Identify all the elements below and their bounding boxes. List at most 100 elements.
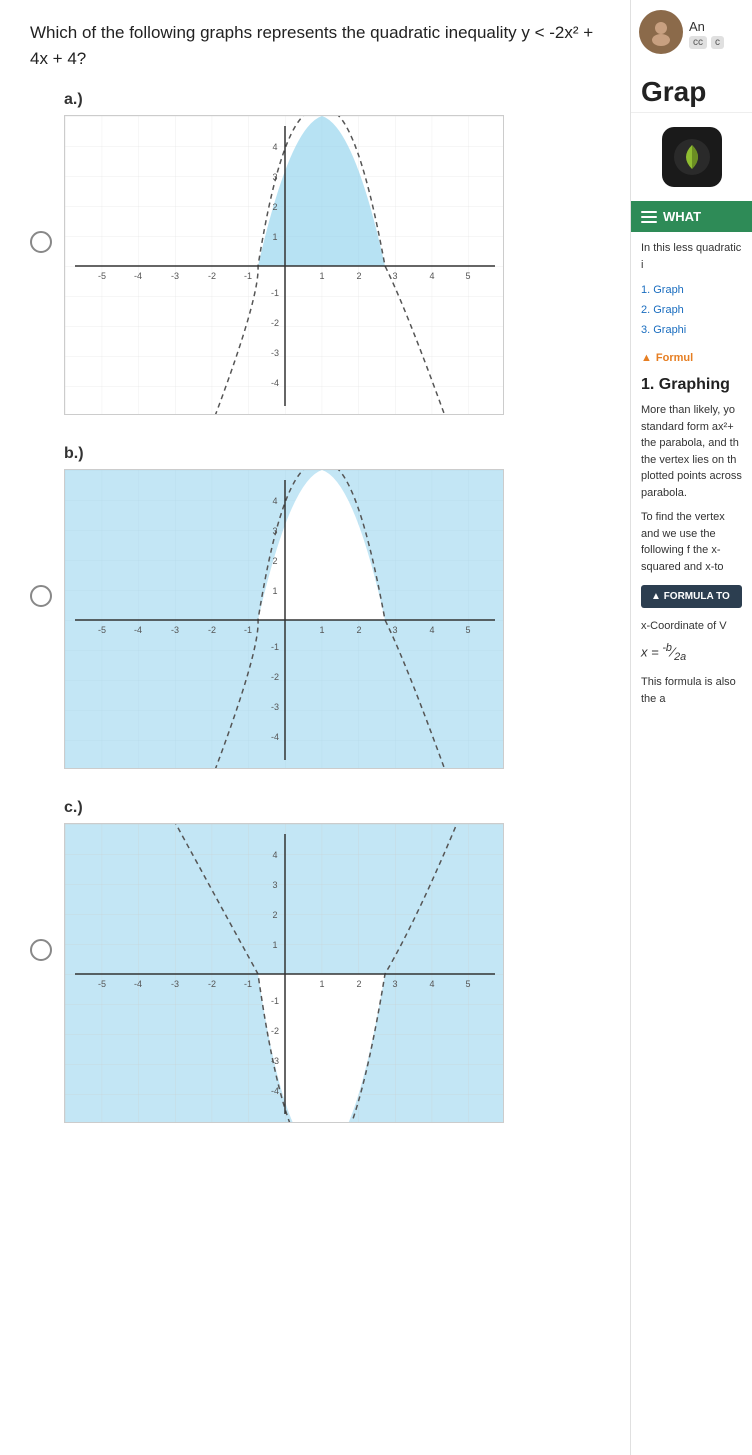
svg-text:-4: -4 [271, 732, 279, 742]
svg-text:1: 1 [272, 940, 277, 950]
body-text-2: To find the vertex and we use the follow… [631, 505, 752, 579]
option-label-c: c.) [64, 799, 610, 817]
graph-c: -1 -2 -3 -4 -5 1 2 3 4 5 1 2 3 4 -1 -2 - [64, 823, 504, 1123]
option-row-c: c.) [30, 799, 610, 1123]
svg-text:1: 1 [319, 625, 324, 635]
svg-text:-4: -4 [134, 271, 142, 281]
svg-text:4: 4 [272, 850, 277, 860]
svg-text:1: 1 [319, 271, 324, 281]
svg-text:-3: -3 [271, 1056, 279, 1066]
svg-text:-4: -4 [134, 625, 142, 635]
svg-text:-1: -1 [244, 979, 252, 989]
section-header: WHAT [631, 201, 752, 232]
svg-text:3: 3 [272, 526, 277, 536]
formula-row: ▲ Formul [631, 348, 752, 368]
svg-text:-2: -2 [271, 318, 279, 328]
question-text: Which of the following graphs represents… [30, 20, 610, 71]
svg-text:-5: -5 [98, 979, 106, 989]
svg-text:-1: -1 [271, 288, 279, 298]
svg-text:4: 4 [429, 271, 434, 281]
graph-a: -1 -2 -3 -4 -5 1 2 3 4 5 1 2 3 4 -1 -2 [64, 115, 504, 415]
svg-text:3: 3 [392, 979, 397, 989]
formula-box-label: FORMULA TO [664, 591, 730, 602]
svg-text:-2: -2 [271, 1026, 279, 1036]
svg-text:2: 2 [356, 625, 361, 635]
option-row-a: a.) [30, 91, 610, 415]
formula-content: x-Coordinate of V x = -b⁄2a [631, 614, 752, 670]
svg-text:-3: -3 [171, 625, 179, 635]
heading-graphing: 1. Graphing [631, 368, 752, 398]
formula-caption: x-Coordinate of V [641, 618, 742, 636]
svg-text:1: 1 [272, 586, 277, 596]
badge-c: c [711, 36, 724, 49]
sidebar-list: 1. Graph 2. Graph 3. Graphi [631, 281, 752, 348]
list-item-3[interactable]: 3. Graphi [641, 321, 742, 341]
graph-b: -1 -2 -3 -4 -5 1 2 3 4 5 1 2 3 4 -1 -2 - [64, 469, 504, 769]
footer-text: This formula is also the a [631, 670, 752, 711]
svg-text:-3: -3 [171, 979, 179, 989]
svg-text:-3: -3 [271, 702, 279, 712]
svg-text:-1: -1 [271, 996, 279, 1006]
formula-math: x = -b⁄2a [641, 640, 742, 666]
svg-text:-2: -2 [271, 672, 279, 682]
intro-text: In this less quadratic i [631, 232, 752, 281]
user-name: An [689, 19, 724, 34]
svg-text:-2: -2 [208, 979, 216, 989]
app-title: Grap [631, 68, 752, 113]
svg-text:2: 2 [356, 271, 361, 281]
svg-text:2: 2 [272, 202, 277, 212]
svg-text:5: 5 [465, 625, 470, 635]
app-icon[interactable] [662, 127, 722, 187]
radio-a[interactable] [30, 231, 52, 253]
svg-text:1: 1 [272, 232, 277, 242]
option-row-b: b.) [30, 445, 610, 769]
radio-b[interactable] [30, 585, 52, 607]
svg-text:3: 3 [272, 880, 277, 890]
svg-text:-4: -4 [134, 979, 142, 989]
avatar [639, 10, 683, 54]
svg-text:3: 3 [392, 625, 397, 635]
svg-text:3: 3 [272, 172, 277, 182]
menu-icon [641, 211, 657, 223]
option-label-a: a.) [64, 91, 610, 109]
option-content-b: b.) [64, 445, 610, 769]
svg-text:-4: -4 [271, 378, 279, 388]
formula-label: Formul [656, 352, 693, 364]
radio-c[interactable] [30, 939, 52, 961]
option-content-c: c.) [64, 799, 610, 1123]
list-item-2[interactable]: 2. Graph [641, 301, 742, 321]
svg-text:4: 4 [429, 625, 434, 635]
svg-text:-5: -5 [98, 625, 106, 635]
badge-row: cc c [689, 36, 724, 49]
svg-text:3: 3 [392, 271, 397, 281]
body-text-1: More than likely, yo standard form ax²+ … [631, 398, 752, 505]
svg-text:4: 4 [429, 979, 434, 989]
option-label-b: b.) [64, 445, 610, 463]
svg-text:-1: -1 [244, 625, 252, 635]
svg-text:-2: -2 [208, 271, 216, 281]
badge-cc: cc [689, 36, 707, 49]
list-item-1[interactable]: 1. Graph [641, 281, 742, 301]
svg-text:-3: -3 [271, 348, 279, 358]
svg-text:-5: -5 [98, 271, 106, 281]
svg-text:1: 1 [319, 979, 324, 989]
svg-text:4: 4 [272, 142, 277, 152]
svg-text:4: 4 [272, 496, 277, 506]
svg-text:2: 2 [272, 910, 277, 920]
svg-text:-1: -1 [271, 642, 279, 652]
sidebar: An cc c Grap WHAT In this less quadratic… [630, 0, 752, 1455]
formula-icon: ▲ [641, 352, 652, 364]
svg-text:-2: -2 [208, 625, 216, 635]
svg-text:5: 5 [465, 271, 470, 281]
svg-text:2: 2 [356, 979, 361, 989]
svg-text:-3: -3 [171, 271, 179, 281]
svg-text:2: 2 [272, 556, 277, 566]
sidebar-top: An cc c [631, 0, 752, 68]
svg-text:-1: -1 [244, 271, 252, 281]
svg-text:-4: -4 [271, 1086, 279, 1096]
option-content-a: a.) [64, 91, 610, 415]
formula-box-icon: ▲ [651, 591, 664, 602]
main-content: Which of the following graphs represents… [0, 0, 630, 1455]
section-header-text: WHAT [663, 209, 701, 224]
formula-box: ▲ FORMULA TO [641, 585, 742, 608]
